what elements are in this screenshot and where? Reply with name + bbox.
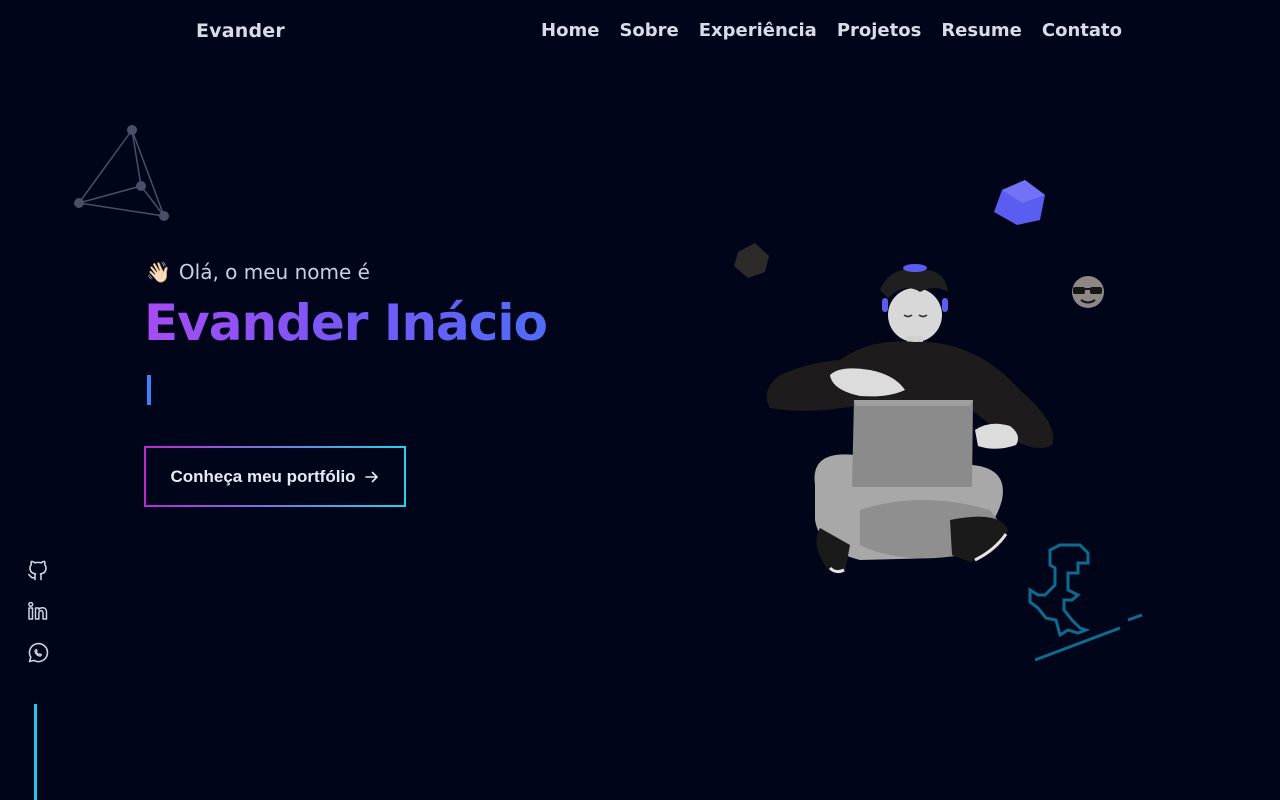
- character: [766, 264, 1054, 574]
- cta-label: Conheça meu portfólio: [170, 466, 356, 486]
- whatsapp-icon[interactable]: [26, 641, 50, 665]
- nav-projetos[interactable]: Projetos: [837, 20, 922, 41]
- arrow-right-icon: [364, 471, 378, 482]
- linkedin-icon[interactable]: [26, 599, 50, 623]
- nav-sobre[interactable]: Sobre: [619, 20, 678, 41]
- portfolio-page: Evander Home Sobre Experiência Projetos …: [0, 0, 1280, 800]
- hero-greeting: 👋🏻 Olá, o meu nome é: [146, 260, 370, 284]
- main-nav: Home Sobre Experiência Projetos Resume C…: [541, 20, 1122, 41]
- developer-illustration: [734, 180, 1143, 662]
- portfolio-cta-button[interactable]: Conheça meu portfólio: [144, 446, 406, 507]
- social-links: [26, 557, 50, 665]
- github-icon[interactable]: [26, 557, 50, 581]
- pyramid-decoration: [74, 125, 169, 221]
- cube-decoration: [994, 180, 1045, 225]
- nav-home[interactable]: Home: [541, 20, 599, 41]
- brand-logo[interactable]: Evander: [196, 20, 285, 42]
- typing-cursor: [147, 375, 151, 405]
- social-vertical-line: [34, 704, 37, 800]
- sunglasses-emoji-icon: [1072, 276, 1104, 308]
- waving-hand-icon: 👋🏻: [146, 260, 171, 284]
- dino-decoration: [1028, 543, 1143, 662]
- greeting-text: Olá, o meu nome é: [178, 260, 370, 284]
- nav-contato[interactable]: Contato: [1042, 20, 1122, 41]
- nav-resume[interactable]: Resume: [941, 20, 1022, 41]
- nav-experiencia[interactable]: Experiência: [699, 20, 817, 41]
- hero-name: Evander Inácio: [144, 294, 548, 352]
